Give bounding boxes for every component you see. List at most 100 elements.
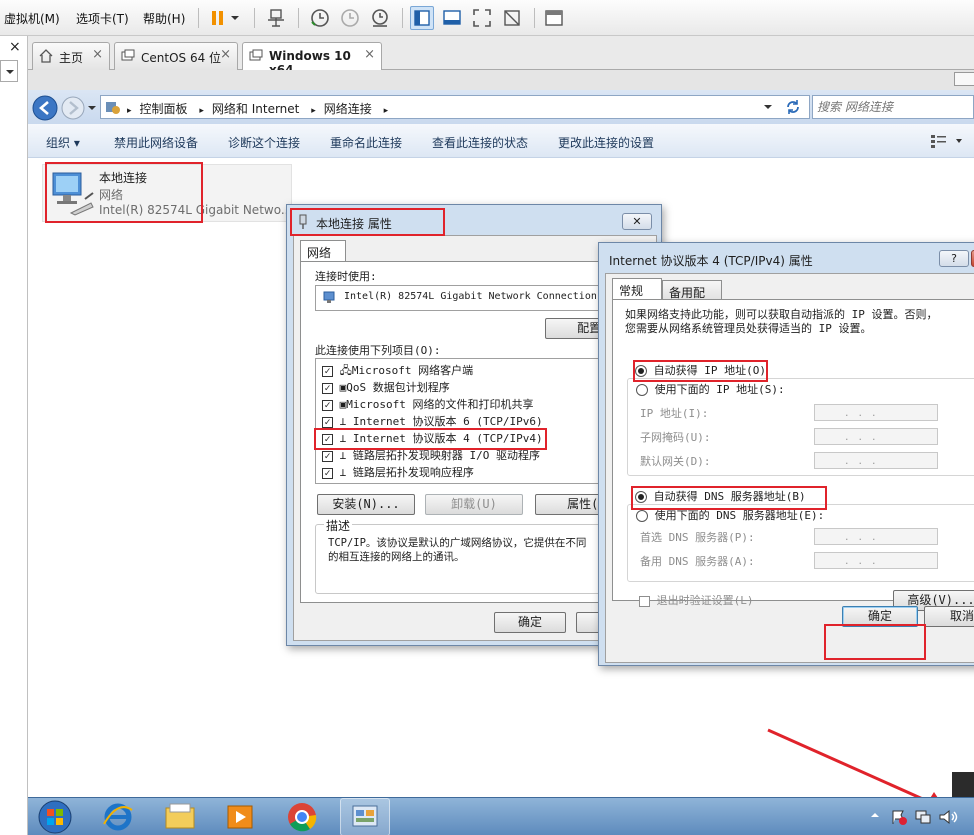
subnet-mask-field: ... <box>814 428 938 445</box>
search-input[interactable] <box>817 98 967 116</box>
refresh-icon[interactable] <box>785 99 801 115</box>
list-item[interactable]: ✓ ▣QoS 数据包计划程序 <box>322 379 450 395</box>
tab-windows10[interactable]: Windows 10 x64 × <box>242 42 382 77</box>
power-dropdown-chevron-icon[interactable] <box>228 6 242 30</box>
control-panel-icon <box>105 99 121 115</box>
checkbox[interactable]: ✓ <box>322 416 333 428</box>
ip-address-field: ... <box>814 404 938 421</box>
action-center-icon[interactable] <box>890 808 908 826</box>
client-icon: 🖧 <box>339 364 352 377</box>
tab-network[interactable]: 网络 <box>300 240 346 262</box>
checkbox[interactable]: ✓ <box>322 399 333 411</box>
protocol-icon: ⊥ <box>339 466 347 479</box>
guest-screen[interactable]: ▸控制面板 ▸网络和 Internet ▸网络连接 ▸ 组织 ▾ 禁用此网络设备… <box>28 70 974 797</box>
list-item[interactable]: ✓ ⊥ Internet 协议版本 6 (TCP/IPv6) <box>322 413 543 429</box>
chrome-icon[interactable] <box>282 800 322 834</box>
network-card-icon <box>323 290 337 304</box>
control-panel-taskbar-icon[interactable] <box>340 798 390 835</box>
description-title: 描述 <box>324 517 353 534</box>
forward-icon[interactable] <box>60 95 86 121</box>
back-icon[interactable] <box>32 95 58 121</box>
intro-text-2: 您需要从网络系统管理员处获得适当的 IP 设置。 <box>625 322 872 335</box>
alternate-dns-field: ... <box>814 552 938 569</box>
checkbox[interactable] <box>639 595 650 607</box>
breadcrumb-network-connections[interactable]: 网络连接 <box>324 102 372 116</box>
tab-home[interactable]: 主页 × <box>32 42 110 70</box>
file-explorer-icon[interactable] <box>160 800 200 834</box>
list-item[interactable]: ✓ ⊥ 链路层拓扑发现响应程序 <box>322 464 474 480</box>
radio-button[interactable] <box>636 510 648 522</box>
ip-group: 使用下面的 IP 地址(S): IP 地址(I): ... 子网掩码(U): .… <box>627 378 974 476</box>
breadcrumb-control-panel[interactable]: 控制面板 <box>140 102 188 116</box>
tab-label: CentOS 64 位 <box>141 51 222 65</box>
highlight-box <box>45 162 203 223</box>
help-button[interactable]: ? <box>939 250 969 267</box>
highlight-box <box>290 208 445 236</box>
props-ok-button[interactable]: 确定 <box>494 612 566 633</box>
uninstall-button: 卸载(U) <box>425 494 523 515</box>
vm-corner-widget <box>952 772 974 797</box>
start-button-icon[interactable] <box>36 799 74 835</box>
dialog-close-button[interactable]: ✕ <box>622 213 652 230</box>
send-keys-icon[interactable] <box>264 6 288 30</box>
tab-centos[interactable]: CentOS 64 位 × <box>114 42 238 70</box>
library-close-icon[interactable]: × <box>9 39 21 55</box>
breadcrumb-network-internet[interactable]: 网络和 Internet <box>212 102 299 116</box>
ipv4-cancel-button[interactable]: 取消 <box>924 606 974 627</box>
menu-tabs[interactable]: 选项卡(T) <box>76 10 129 27</box>
validate-on-exit-checkbox[interactable]: 退出时验证设置(L) <box>639 592 754 608</box>
list-item[interactable]: ✓ ▣Microsoft 网络的文件和打印机共享 <box>322 396 533 412</box>
checkbox[interactable]: ✓ <box>322 382 333 394</box>
window-restore-icon[interactable] <box>954 72 974 86</box>
show-library-icon[interactable] <box>410 6 434 30</box>
snapshot-take-icon[interactable] <box>308 6 332 30</box>
protocol-icon: ⊥ <box>339 415 347 428</box>
tab-general[interactable]: 常规 <box>612 278 662 300</box>
highlight-box <box>314 428 547 450</box>
menu-vm[interactable]: 虚拟机(M) <box>4 10 60 27</box>
disable-device-button[interactable]: 禁用此网络设备 <box>114 134 198 151</box>
network-tray-icon[interactable] <box>914 808 932 826</box>
rename-button[interactable]: 重命名此连接 <box>330 134 402 151</box>
dns-group: 使用下面的 DNS 服务器地址(E): 首选 DNS 服务器(P): ... 备… <box>627 504 974 582</box>
toolbar-separator <box>254 8 255 28</box>
fullscreen-icon[interactable] <box>470 6 494 30</box>
tab-close-icon[interactable]: × <box>364 47 375 62</box>
snapshot-revert-icon[interactable] <box>338 6 362 30</box>
manual-ip-radio[interactable]: 使用下面的 IP 地址(S): <box>636 381 785 397</box>
checkbox[interactable]: ✓ <box>322 467 333 479</box>
install-button[interactable]: 安装(N)... <box>317 494 415 515</box>
diagnose-button[interactable]: 诊断这个连接 <box>228 134 300 151</box>
ie-icon[interactable] <box>100 800 136 834</box>
volume-icon[interactable] <box>938 808 960 826</box>
recent-pages-chevron-icon[interactable] <box>87 103 97 113</box>
menu-help[interactable]: 帮助(H) <box>143 10 185 27</box>
highlight-box <box>631 486 827 510</box>
tab-close-icon[interactable]: × <box>220 47 231 62</box>
checkbox[interactable]: ✓ <box>322 450 333 462</box>
checkbox[interactable]: ✓ <box>322 365 333 377</box>
view-status-button[interactable]: 查看此连接的状态 <box>432 134 528 151</box>
toolbar-separator <box>534 8 535 28</box>
address-box[interactable]: ▸ 控制面板 ▸ 网络和 Internet ▸ 网络连接 ▸ <box>100 95 810 119</box>
snapshot-manager-icon[interactable] <box>368 6 392 30</box>
toolbar-separator <box>402 8 403 28</box>
explorer-command-bar: 组织 ▾ 禁用此网络设备 诊断这个连接 重命名此连接 查看此连接的状态 更改此连… <box>28 124 974 158</box>
console-view-icon[interactable] <box>542 6 566 30</box>
tray-overflow-chevron-icon[interactable] <box>870 810 880 820</box>
organize-menu[interactable]: 组织 ▾ <box>46 134 80 151</box>
view-options-icon[interactable] <box>930 133 964 149</box>
change-settings-button[interactable]: 更改此连接的设置 <box>558 134 654 151</box>
radio-button[interactable] <box>636 384 648 396</box>
unity-icon[interactable] <box>500 6 524 30</box>
address-dropdown-chevron-icon[interactable] <box>763 102 773 112</box>
vm-icon <box>249 49 263 63</box>
search-box[interactable] <box>812 95 974 119</box>
tab-alternate-config[interactable]: 备用配置 <box>662 280 722 317</box>
thumbnail-bar-icon[interactable] <box>440 6 464 30</box>
library-dropdown[interactable] <box>0 60 18 82</box>
pause-icon[interactable] <box>206 6 230 30</box>
vm-tabbar: 主页 × CentOS 64 位 × Windows 10 x64 × <box>28 36 974 77</box>
tab-close-icon[interactable]: × <box>92 47 103 62</box>
media-player-icon[interactable] <box>220 800 260 834</box>
